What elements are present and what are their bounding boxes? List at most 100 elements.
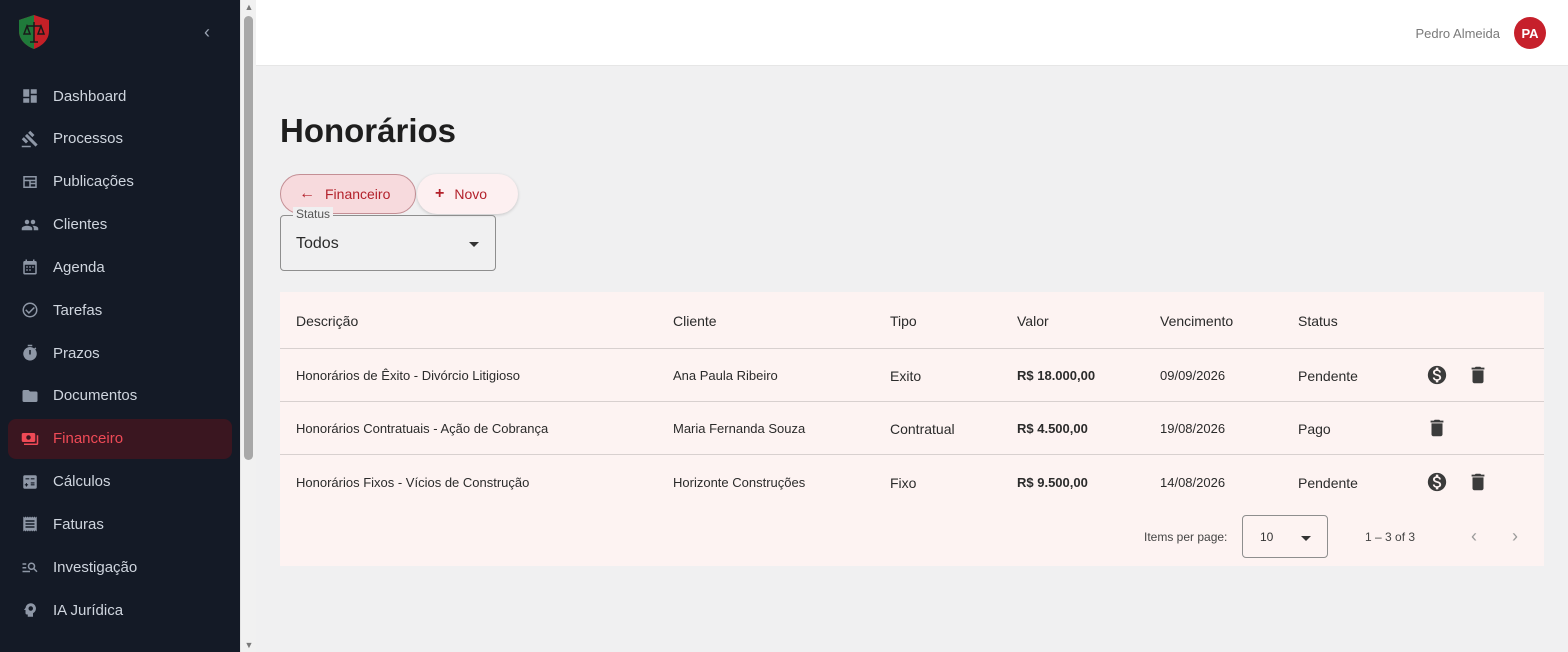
scroll-up-arrow-icon[interactable]: ▲ (244, 2, 254, 12)
column-header-vencimento[interactable]: Vencimento (1160, 313, 1233, 329)
dropdown-arrow-icon (1301, 536, 1311, 541)
cell-cliente: Ana Paula Ribeiro (673, 368, 778, 383)
cell-descricao: Honorários Contratuais - Ação de Cobranç… (296, 421, 549, 436)
dashboard-icon (21, 87, 39, 105)
pay-icon[interactable] (1426, 364, 1448, 386)
receipt-icon (21, 515, 39, 533)
sidebar-item-tarefas[interactable]: Tarefas (8, 290, 232, 330)
cell-valor: R$ 9.500,00 (1017, 475, 1088, 490)
sidebar-item-label: Prazos (53, 344, 100, 362)
cell-tipo: Exito (890, 368, 922, 384)
collapse-sidebar-icon[interactable]: ‹ (198, 22, 216, 42)
sidebar: ‹ Dashboard Processos Publicações Client… (0, 0, 240, 652)
top-header: Pedro Almeida PA (256, 0, 1568, 66)
delete-icon[interactable] (1426, 417, 1448, 439)
new-button-label: Novo (454, 186, 488, 202)
sidebar-item-label: Processos (53, 130, 124, 148)
sidebar-item-faturas[interactable]: Faturas (8, 504, 232, 544)
pay-icon[interactable] (1426, 471, 1448, 493)
sidebar-item-processos[interactable]: Processos (8, 119, 232, 159)
sidebar-item-label: Cálculos (53, 473, 111, 491)
sidebar-item-clientes[interactable]: Clientes (8, 205, 232, 245)
new-button[interactable]: + Novo (417, 174, 518, 214)
status-filter-label: Status (293, 207, 334, 221)
column-header-status[interactable]: Status (1298, 313, 1338, 329)
items-per-page-select[interactable]: 10 (1242, 515, 1328, 558)
sidebar-item-label: Agenda (53, 258, 105, 276)
cell-status: Pendente (1298, 368, 1358, 384)
sidebar-item-ia-juridica[interactable]: IA Jurídica (8, 590, 232, 630)
sidebar-item-documentos[interactable]: Documentos (8, 376, 232, 416)
cell-valor: R$ 4.500,00 (1017, 421, 1088, 436)
scroll-down-arrow-icon[interactable]: ▼ (244, 640, 254, 650)
payments-icon (21, 430, 39, 448)
sidebar-item-label: Tarefas (53, 301, 103, 319)
sidebar-item-publicacoes[interactable]: Publicações (8, 162, 232, 202)
people-icon (21, 216, 39, 234)
back-button-label: Financeiro (325, 186, 391, 202)
previous-page-icon[interactable]: ‹ (1464, 527, 1484, 547)
dropdown-arrow-icon (469, 242, 479, 247)
cell-cliente: Maria Fernanda Souza (673, 421, 806, 436)
delete-icon[interactable] (1467, 364, 1489, 386)
sidebar-item-label: Dashboard (53, 87, 127, 105)
sidebar-item-dashboard[interactable]: Dashboard (8, 76, 232, 116)
app-logo (16, 14, 52, 50)
table-row[interactable]: Honorários Contratuais - Ação de Cobranç… (280, 402, 1544, 455)
page-range: 1 – 3 of 3 (1365, 530, 1416, 544)
sidebar-nav: Dashboard Processos Publicações Clientes… (8, 76, 232, 633)
delete-icon[interactable] (1467, 471, 1489, 493)
cell-descricao: Honorários Fixos - Vícios de Construção (296, 475, 530, 490)
calendar-icon (21, 258, 39, 276)
gavel-icon (21, 130, 39, 148)
check-circle-icon (21, 301, 39, 319)
page-title: Honorários (280, 112, 457, 149)
paginator: Items per page: 10 1 – 3 of 3 ‹ › (280, 512, 1544, 566)
sidebar-item-label: Publicações (53, 173, 134, 191)
sidebar-item-agenda[interactable]: Agenda (8, 247, 232, 287)
cell-vencimento: 09/09/2026 (1160, 368, 1226, 383)
column-header-descricao[interactable]: Descrição (296, 313, 358, 329)
next-page-icon[interactable]: › (1505, 527, 1525, 547)
calculator-icon (21, 473, 39, 491)
manage-search-icon (21, 558, 39, 576)
avatar[interactable]: PA (1514, 17, 1546, 49)
cell-cliente: Horizonte Construções (673, 475, 806, 490)
psychology-icon (21, 601, 39, 619)
column-header-tipo[interactable]: Tipo (890, 313, 917, 329)
cell-vencimento: 14/08/2026 (1160, 475, 1226, 490)
sidebar-scrollbar[interactable]: ▲ ▼ (240, 0, 256, 652)
sidebar-item-prazos[interactable]: Prazos (8, 333, 232, 373)
sidebar-item-calculos[interactable]: Cálculos (8, 462, 232, 502)
honorarios-table: Descrição Cliente Tipo Valor Vencimento … (280, 292, 1544, 566)
newspaper-icon (21, 173, 39, 191)
user-name: Pedro Almeida (1415, 26, 1500, 41)
scrollbar-thumb[interactable] (244, 16, 253, 460)
plus-icon: + (435, 185, 445, 202)
cell-status: Pendente (1298, 475, 1358, 491)
sidebar-item-investigacao[interactable]: Investigação (8, 547, 232, 587)
cell-descricao: Honorários de Êxito - Divórcio Litigioso (296, 368, 520, 383)
cell-tipo: Contratual (890, 421, 955, 437)
cell-vencimento: 19/08/2026 (1160, 421, 1226, 436)
cell-tipo: Fixo (890, 475, 917, 491)
folder-icon (21, 387, 39, 405)
column-header-cliente[interactable]: Cliente (673, 313, 717, 329)
stopwatch-icon (21, 344, 39, 362)
sidebar-item-label: Investigação (53, 558, 138, 576)
table-row[interactable]: Honorários de Êxito - Divórcio Litigioso… (280, 349, 1544, 402)
items-per-page-value: 10 (1260, 530, 1274, 544)
sidebar-item-label: Documentos (53, 387, 138, 405)
status-filter-select[interactable]: Status Todos (280, 207, 496, 271)
sidebar-item-label: Clientes (53, 216, 108, 234)
table-row[interactable]: Honorários Fixos - Vícios de Construção … (280, 455, 1544, 508)
table-header: Descrição Cliente Tipo Valor Vencimento … (280, 292, 1544, 349)
column-header-valor[interactable]: Valor (1017, 313, 1049, 329)
cell-valor: R$ 18.000,00 (1017, 368, 1096, 383)
status-filter-value: Todos (296, 235, 339, 252)
sidebar-item-label: Financeiro (53, 430, 124, 448)
sidebar-item-label: Faturas (53, 515, 104, 533)
arrow-left-icon: ← (299, 185, 315, 202)
sidebar-item-financeiro[interactable]: Financeiro (8, 418, 232, 459)
sidebar-item-label: IA Jurídica (53, 601, 124, 619)
